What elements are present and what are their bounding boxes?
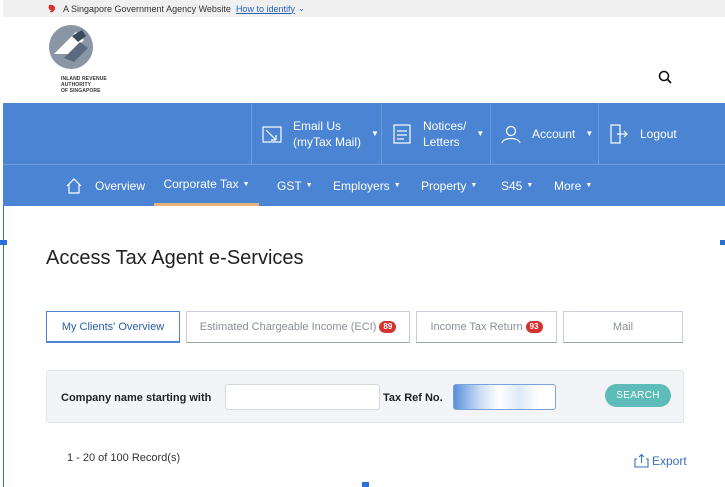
- company-name-label: Company name starting with: [61, 391, 212, 404]
- company-name-input[interactable]: [225, 384, 380, 410]
- logo-text: INLAND REVENUE AUTHORITY OF SINGAPORE: [61, 76, 107, 94]
- caret-down-icon: ▼: [305, 182, 313, 189]
- gov-masthead: A Singapore Government Agency Website Ho…: [3, 0, 725, 17]
- nav-property[interactable]: Property ▼: [421, 165, 477, 206]
- selection-handle: [362, 482, 369, 487]
- caret-down-icon: ▼: [585, 182, 593, 189]
- caret-down-icon: ▼: [371, 128, 379, 138]
- iras-logo[interactable]: [46, 24, 96, 70]
- caret-down-icon: ▼: [242, 180, 250, 188]
- nav-overview[interactable]: Overview: [65, 165, 145, 206]
- document-icon: [393, 123, 411, 144]
- export-button[interactable]: Export: [634, 453, 687, 468]
- tab-income-tax-return[interactable]: Income Tax Return 93: [416, 311, 557, 343]
- nav-s45[interactable]: S45 ▼: [501, 165, 533, 206]
- record-count: 1 - 20 of 100 Record(s): [67, 452, 181, 464]
- tax-ref-label: Tax Ref No.: [383, 391, 443, 404]
- email-us-menu[interactable]: Email Us (myTax Mail) ▼: [261, 103, 379, 164]
- utility-bar: Email Us (myTax Mail) ▼ Notices/ Letters…: [3, 103, 725, 164]
- account-menu[interactable]: Account ▼: [500, 103, 593, 164]
- selection-handle: [0, 240, 7, 245]
- caret-down-icon: ▼: [476, 128, 485, 138]
- site-header: INLAND REVENUE AUTHORITY OF SINGAPORE: [3, 17, 725, 103]
- eci-count-badge: 89: [379, 321, 397, 333]
- export-icon: [634, 453, 649, 468]
- nav-employers[interactable]: Employers ▼: [333, 165, 401, 206]
- tab-my-clients-overview[interactable]: My Clients' Overview: [46, 311, 180, 343]
- itr-count-badge: 93: [525, 321, 543, 333]
- logout-icon: [610, 123, 628, 144]
- selection-handle: [720, 240, 725, 245]
- caret-down-icon: ▼: [585, 128, 594, 138]
- gov-masthead-text: A Singapore Government Agency Website: [63, 3, 231, 14]
- tax-ref-input[interactable]: [453, 384, 556, 410]
- search-icon[interactable]: [657, 69, 673, 85]
- page-title: Access Tax Agent e-Services: [46, 247, 304, 269]
- user-icon: [501, 125, 521, 143]
- search-button[interactable]: SEARCH: [605, 384, 671, 407]
- main-nav: Overview Corporate Tax ▼ GST ▼ Employers ▼ …: [3, 164, 725, 206]
- tab-mail[interactable]: Mail: [563, 311, 683, 343]
- nav-gst[interactable]: GST ▼: [277, 165, 313, 206]
- lion-head-icon: [48, 4, 56, 12]
- logout-button[interactable]: Logout: [608, 103, 677, 164]
- chevron-down-icon[interactable]: ⌄: [298, 4, 305, 13]
- email-compose-icon: [262, 125, 282, 143]
- caret-down-icon: ▼: [393, 182, 401, 189]
- home-icon: [66, 177, 82, 194]
- notices-letters-menu[interactable]: Notices/ Letters ▼: [391, 103, 484, 164]
- caret-down-icon: ▼: [470, 182, 478, 189]
- search-filter-panel: Company name starting with Tax Ref No. S…: [46, 370, 684, 423]
- nav-more[interactable]: More ▼: [554, 165, 592, 206]
- how-to-identify-link[interactable]: How to identify: [236, 4, 295, 14]
- caret-down-icon: ▼: [526, 182, 534, 189]
- tab-eci[interactable]: Estimated Chargeable Income (ECI) 89: [186, 311, 410, 343]
- nav-corporate-tax[interactable]: Corporate Tax ▼: [154, 165, 259, 206]
